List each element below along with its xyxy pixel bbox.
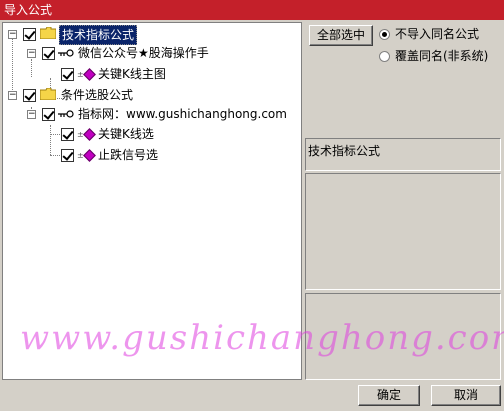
window-title: 导入公式 [4, 3, 53, 17]
radio-overwrite[interactable] [379, 51, 390, 62]
title-bar: 导入公式 [0, 0, 504, 20]
collapse-icon[interactable]: − [8, 30, 17, 39]
info-description-panel [305, 173, 501, 290]
tree-label: 微信公众号★股海操作手 [78, 46, 209, 60]
checkbox-wechat[interactable] [42, 47, 55, 60]
select-all-button[interactable]: 全部选中 [309, 25, 373, 46]
folder-icon [40, 27, 56, 39]
tree-node-stop-fall-select[interactable]: ± 止跌信号选 [3, 146, 301, 164]
cancel-button[interactable]: 取消 [431, 385, 501, 406]
collapse-icon[interactable]: − [27, 49, 36, 58]
checkbox-key-candle-select[interactable] [61, 128, 74, 141]
tree-label: 技术指标公式 [59, 25, 138, 45]
tree-node-indicator-site[interactable]: − 指标网：www.gushichanghong.com [3, 105, 301, 123]
info-title: 技术指标公式 [308, 144, 381, 158]
radio-overwrite-label: 覆盖同名(非系统) [395, 49, 489, 63]
checkbox-technical-indicators[interactable] [23, 28, 36, 41]
folder-icon [40, 88, 56, 100]
tree-node-key-candle-select[interactable]: ± 关键K线选 [3, 125, 301, 143]
formula-tree[interactable]: − 技术指标公式 − 微信公众号★股海操作手 ± 关键K线主图 − 条件选股公式… [2, 22, 302, 380]
ok-button[interactable]: 确定 [358, 385, 420, 406]
formula-icon [83, 149, 96, 162]
key-icon [58, 110, 74, 118]
tree-label: 关键K线选 [98, 127, 154, 141]
info-title-panel: 技术指标公式 [305, 138, 501, 171]
tree-node-key-candle-main[interactable]: ± 关键K线主图 [3, 65, 301, 83]
formula-icon [83, 128, 96, 141]
collapse-icon[interactable]: − [8, 91, 17, 100]
tree-label: 止跌信号选 [98, 148, 159, 162]
checkbox-stop-fall-select[interactable] [61, 149, 74, 162]
tree-label: 指标网：www.gushichanghong.com [78, 107, 287, 121]
tree-node-stock-selection[interactable]: − 条件选股公式 [3, 86, 301, 104]
formula-icon [83, 68, 96, 81]
checkbox-key-candle-main[interactable] [61, 68, 74, 81]
radio-no-import[interactable] [379, 29, 390, 40]
radio-no-import-label: 不导入同名公式 [395, 27, 480, 41]
key-icon [58, 49, 74, 57]
checkbox-indicator-site[interactable] [42, 108, 55, 121]
tree-node-technical-indicators[interactable]: − 技术指标公式 [3, 25, 301, 45]
collapse-icon[interactable]: − [27, 110, 36, 119]
tree-label: 条件选股公式 [61, 88, 134, 102]
tree-label: 关键K线主图 [98, 67, 166, 81]
tree-node-wechat[interactable]: − 微信公众号★股海操作手 [3, 44, 301, 62]
info-detail-panel [305, 293, 501, 380]
checkbox-stock-selection[interactable] [23, 89, 36, 102]
